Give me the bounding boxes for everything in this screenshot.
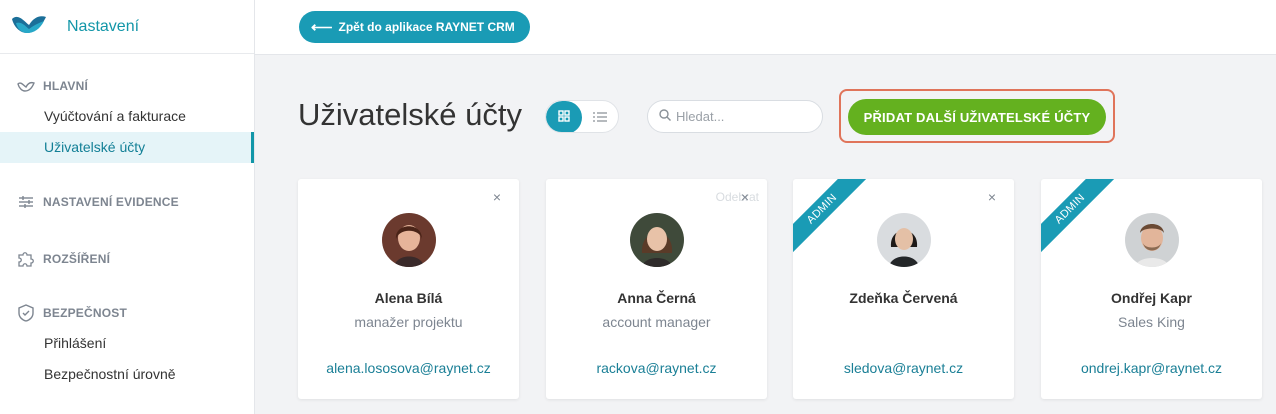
view-toggle — [545, 100, 619, 133]
grid-view-button[interactable] — [546, 101, 582, 132]
add-user-accounts-button[interactable]: PŘIDAT DALŠÍ UŽIVATELSKÉ ÚČTY — [848, 99, 1106, 135]
close-icon[interactable]: × — [988, 189, 996, 205]
sidebar-header: Nastavení — [0, 0, 254, 54]
back-button-label: Zpět do aplikace RAYNET CRM — [338, 20, 515, 34]
shield-icon — [16, 303, 36, 323]
back-to-app-button[interactable]: ⟵ Zpět do aplikace RAYNET CRM — [299, 11, 530, 43]
sidebar-item-user-accounts[interactable]: Uživatelské účty — [0, 132, 254, 163]
sidebar-item-security-levels[interactable]: Bezpečnostní úrovně — [0, 359, 254, 390]
search-icon — [659, 108, 671, 126]
admin-badge: ADMIN — [1041, 179, 1116, 255]
avatar — [630, 213, 684, 267]
sidebar-title: Nastavení — [67, 17, 140, 35]
section-label: BEZPEČNOST — [43, 306, 128, 320]
user-card[interactable]: ADMIN Ondřej Kapr Sales King ondrej.kapr… — [1041, 179, 1262, 399]
user-name: Alena Bílá — [374, 290, 443, 306]
puzzle-icon — [16, 249, 36, 269]
user-name: Anna Černá — [617, 290, 696, 306]
user-email-link[interactable]: rackova@raynet.cz — [546, 360, 767, 376]
user-name: Ondřej Kapr — [1111, 290, 1192, 306]
admin-badge: ADMIN — [793, 179, 868, 255]
cloud-logo-icon — [16, 76, 36, 96]
close-icon[interactable]: × — [741, 189, 749, 205]
sidebar: Nastavení HLAVNÍ Vyúčtování a fakturace … — [0, 0, 255, 414]
sliders-icon — [16, 192, 36, 212]
user-role: account manager — [602, 314, 711, 330]
sidebar-item-login[interactable]: Přihlášení — [0, 328, 254, 359]
user-card[interactable]: ADMIN × Zdeňka Červená sledova@raynet.cz — [793, 179, 1014, 399]
section-rozsireni[interactable]: ROZŠÍŘENÍ — [0, 248, 254, 270]
section-label: NASTAVENÍ EVIDENCE — [43, 195, 179, 209]
list-icon — [593, 109, 607, 127]
avatar — [877, 213, 931, 267]
page-title: Uživatelské účty — [298, 97, 522, 132]
section-bezpecnost[interactable]: BEZPEČNOST — [0, 302, 254, 324]
arrow-left-icon: ⟵ — [311, 19, 333, 36]
user-role: manažer projektu — [354, 314, 463, 330]
search-box — [647, 100, 823, 133]
section-label: ROZŠÍŘENÍ — [43, 252, 111, 266]
section-label: HLAVNÍ — [43, 79, 88, 93]
user-card[interactable]: × Alena Bílá manažer projektu alena.loso… — [298, 179, 519, 399]
close-icon[interactable]: × — [493, 189, 501, 205]
user-email-link[interactable]: ondrej.kapr@raynet.cz — [1041, 360, 1262, 376]
user-name: Zdeňka Červená — [849, 290, 958, 306]
search-input[interactable] — [676, 109, 816, 124]
user-email-link[interactable]: sledova@raynet.cz — [793, 360, 1014, 376]
grid-icon — [558, 109, 570, 127]
section-nastaveni-evidence[interactable]: NASTAVENÍ EVIDENCE — [0, 191, 254, 213]
list-view-button[interactable] — [582, 101, 618, 132]
section-hlavni[interactable]: HLAVNÍ — [0, 75, 254, 97]
user-card[interactable]: Odebrat × Anna Černá account manager rac… — [546, 179, 767, 399]
sidebar-item-billing[interactable]: Vyúčtování a fakturace — [0, 101, 254, 132]
topbar: ⟵ Zpět do aplikace RAYNET CRM — [255, 0, 1276, 55]
user-email-link[interactable]: alena.lososova@raynet.cz — [298, 360, 519, 376]
remove-hint-text: Odebrat — [715, 190, 759, 204]
avatar — [1125, 213, 1179, 267]
avatar — [382, 213, 436, 267]
raynet-logo-icon — [10, 11, 48, 42]
user-role: Sales King — [1118, 314, 1185, 330]
add-button-highlight: PŘIDAT DALŠÍ UŽIVATELSKÉ ÚČTY — [839, 89, 1115, 143]
